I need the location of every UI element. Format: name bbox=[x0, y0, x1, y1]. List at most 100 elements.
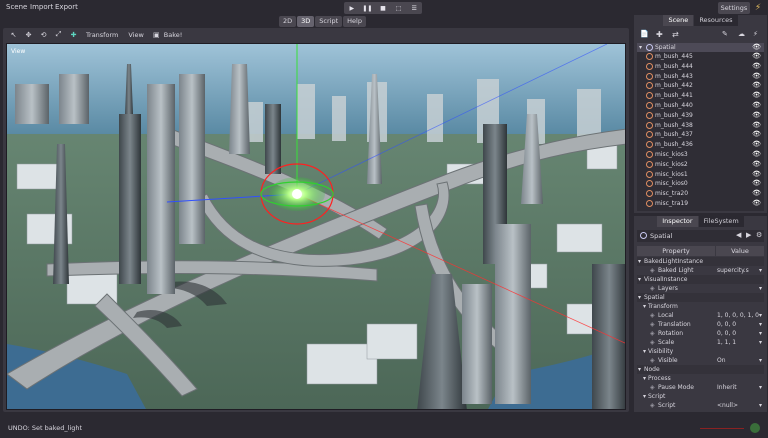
collapse-icon[interactable]: ▾ bbox=[638, 257, 641, 266]
property-value[interactable]: Inherit bbox=[717, 383, 737, 392]
visibility-eye-icon[interactable]: 👁 bbox=[752, 130, 761, 139]
visibility-eye-icon[interactable]: 👁 bbox=[752, 150, 761, 159]
menu-export[interactable]: Export bbox=[55, 3, 78, 11]
collapse-icon[interactable]: ▾ bbox=[638, 365, 641, 374]
collapse-icon[interactable]: ▾ bbox=[643, 392, 646, 401]
chevron-down-icon[interactable]: ▾ bbox=[759, 320, 762, 329]
visibility-eye-icon[interactable]: 👁 bbox=[752, 160, 761, 169]
tree-node[interactable]: m_bush_437 👁 bbox=[637, 130, 764, 139]
instance-tool-icon[interactable]: ✚ bbox=[68, 29, 79, 40]
play-icon[interactable]: ▶ bbox=[344, 2, 360, 14]
tree-node[interactable]: m_bush_443 👁 bbox=[637, 72, 764, 81]
chevron-down-icon[interactable]: ▾ bbox=[759, 311, 762, 320]
visibility-eye-icon[interactable]: 👁 bbox=[752, 189, 761, 198]
visibility-eye-icon[interactable]: 👁 bbox=[752, 199, 761, 208]
visibility-eye-icon[interactable]: 👁 bbox=[752, 101, 761, 110]
property-value[interactable]: supercity.s bbox=[717, 266, 749, 275]
tab-scene[interactable]: Scene bbox=[663, 15, 694, 26]
chevron-down-icon[interactable]: ▾ bbox=[759, 266, 762, 275]
chevron-down-icon[interactable]: ▾ bbox=[759, 284, 762, 293]
collapse-icon[interactable]: ▾ bbox=[638, 275, 641, 284]
tab-filesystem[interactable]: FileSystem bbox=[698, 216, 744, 227]
menu-import[interactable]: Import bbox=[30, 3, 53, 11]
mode-2d-button[interactable]: 2D bbox=[279, 16, 297, 27]
tree-node[interactable]: m_bush_440 👁 bbox=[637, 101, 764, 110]
inspector-property[interactable]: ◈ Script <null> ▾ bbox=[637, 401, 764, 410]
groups-icon[interactable]: ☁ bbox=[738, 30, 745, 38]
chevron-down-icon[interactable]: ▾ bbox=[759, 338, 762, 347]
visibility-eye-icon[interactable]: 👁 bbox=[752, 62, 761, 71]
scene-tree[interactable]: ▾ Spatial 👁 m_bush_445 👁 m_bush_444 👁 m_bush… bbox=[637, 43, 764, 211]
tree-node[interactable]: m_bush_436 👁 bbox=[637, 140, 764, 149]
visibility-eye-icon[interactable]: 👁 bbox=[752, 111, 761, 120]
add-node-icon[interactable]: ✚ bbox=[656, 30, 663, 39]
select-tool-icon[interactable]: ↖ bbox=[8, 29, 19, 40]
property-value[interactable]: 1, 1, 1 bbox=[717, 338, 736, 347]
mode-help-button[interactable]: Help bbox=[343, 16, 366, 27]
visibility-eye-icon[interactable]: 👁 bbox=[752, 170, 761, 179]
pause-icon[interactable]: ❚❚ bbox=[360, 2, 376, 14]
stop-icon[interactable]: ■ bbox=[375, 2, 391, 14]
tree-node[interactable]: m_bush_445 👁 bbox=[637, 52, 764, 61]
tree-node[interactable]: misc_tra20 👁 bbox=[637, 189, 764, 198]
history-back-icon[interactable]: ◀ bbox=[736, 231, 741, 239]
chevron-down-icon[interactable]: ▾ bbox=[759, 383, 762, 392]
collapse-icon[interactable]: ▾ bbox=[643, 347, 646, 356]
tree-node[interactable]: m_bush_438 👁 bbox=[637, 121, 764, 130]
visibility-eye-icon[interactable]: 👁 bbox=[752, 43, 761, 52]
tree-node[interactable]: misc_kios0 👁 bbox=[637, 179, 764, 188]
property-value[interactable]: On bbox=[717, 356, 726, 365]
mode-script-button[interactable]: Script bbox=[315, 16, 343, 27]
instance-scene-icon[interactable]: ⇄ bbox=[672, 30, 679, 39]
property-value[interactable]: 1, 0, 0, 0, 1, 0 bbox=[717, 311, 759, 320]
scale-tool-icon[interactable]: ⤢ bbox=[53, 29, 64, 40]
visibility-eye-icon[interactable]: 👁 bbox=[752, 72, 761, 81]
mode-3d-button[interactable]: 3D bbox=[297, 16, 315, 27]
tab-inspector[interactable]: Inspector bbox=[657, 216, 698, 227]
rotate-tool-icon[interactable]: ⟲ bbox=[38, 29, 49, 40]
tab-resources[interactable]: Resources bbox=[694, 15, 738, 26]
tree-node[interactable]: misc_tra19 👁 bbox=[637, 199, 764, 208]
tree-node[interactable]: misc_kios2 👁 bbox=[637, 160, 764, 169]
visibility-eye-icon[interactable]: 👁 bbox=[752, 52, 761, 61]
visibility-eye-icon[interactable]: 👁 bbox=[752, 81, 761, 90]
collapse-icon[interactable]: ▾ bbox=[643, 302, 646, 311]
debug-icon[interactable]: ⬚ bbox=[391, 2, 407, 14]
inspector-property[interactable]: ◈ Scale 1, 1, 1 ▾ bbox=[637, 338, 764, 347]
signals-icon[interactable]: ⚡ bbox=[753, 30, 758, 38]
collapse-icon[interactable]: ▾ bbox=[643, 374, 646, 383]
options-icon[interactable]: ☰ bbox=[406, 2, 422, 14]
property-value[interactable]: <null> bbox=[717, 401, 738, 410]
visibility-eye-icon[interactable]: 👁 bbox=[752, 140, 761, 149]
property-value[interactable]: 0, 0, 0 bbox=[717, 320, 736, 329]
inspector-property[interactable]: ◈ Rotation 0, 0, 0 ▾ bbox=[637, 329, 764, 338]
move-tool-icon[interactable]: ✥ bbox=[23, 29, 34, 40]
inspector-property[interactable]: ◈ Pause Mode Inherit ▾ bbox=[637, 383, 764, 392]
bake-button[interactable]: Bake! bbox=[164, 31, 183, 39]
visibility-eye-icon[interactable]: 👁 bbox=[752, 121, 761, 130]
new-node-icon[interactable]: 📄 bbox=[640, 30, 649, 38]
tree-root[interactable]: ▾ Spatial 👁 bbox=[637, 43, 764, 52]
chevron-down-icon[interactable]: ▾ bbox=[759, 356, 762, 365]
tree-node[interactable]: misc_kios3 👁 bbox=[637, 150, 764, 159]
view-menu[interactable]: View bbox=[128, 31, 143, 39]
tree-node[interactable]: m_bush_444 👁 bbox=[637, 62, 764, 71]
script-icon[interactable]: ✎ bbox=[722, 30, 728, 38]
visibility-eye-icon[interactable]: 👁 bbox=[752, 91, 761, 100]
transform-menu[interactable]: Transform bbox=[86, 31, 118, 39]
3d-viewport[interactable]: View bbox=[6, 43, 626, 410]
visibility-eye-icon[interactable]: 👁 bbox=[752, 179, 761, 188]
collapse-icon[interactable]: ▾ bbox=[638, 293, 641, 302]
inspector-property[interactable]: ◈ Local 1, 0, 0, 0, 1, 0 ▾ bbox=[637, 311, 764, 320]
menu-scene[interactable]: Scene bbox=[6, 3, 27, 11]
property-value[interactable]: 0, 0, 0 bbox=[717, 329, 736, 338]
tree-node[interactable]: m_bush_442 👁 bbox=[637, 81, 764, 90]
inspector-property[interactable]: ◈ Baked Light supercity.s ▾ bbox=[637, 266, 764, 275]
collapse-icon[interactable]: ▾ bbox=[639, 43, 642, 52]
chevron-down-icon[interactable]: ▾ bbox=[759, 329, 762, 338]
tree-node[interactable]: misc_kios1 👁 bbox=[637, 170, 764, 179]
tree-node[interactable]: m_bush_441 👁 bbox=[637, 91, 764, 100]
history-forward-icon[interactable]: ▶ bbox=[746, 231, 751, 239]
update-spinner-icon[interactable]: ⚡ bbox=[753, 3, 763, 13]
tree-node[interactable]: m_bush_439 👁 bbox=[637, 111, 764, 120]
